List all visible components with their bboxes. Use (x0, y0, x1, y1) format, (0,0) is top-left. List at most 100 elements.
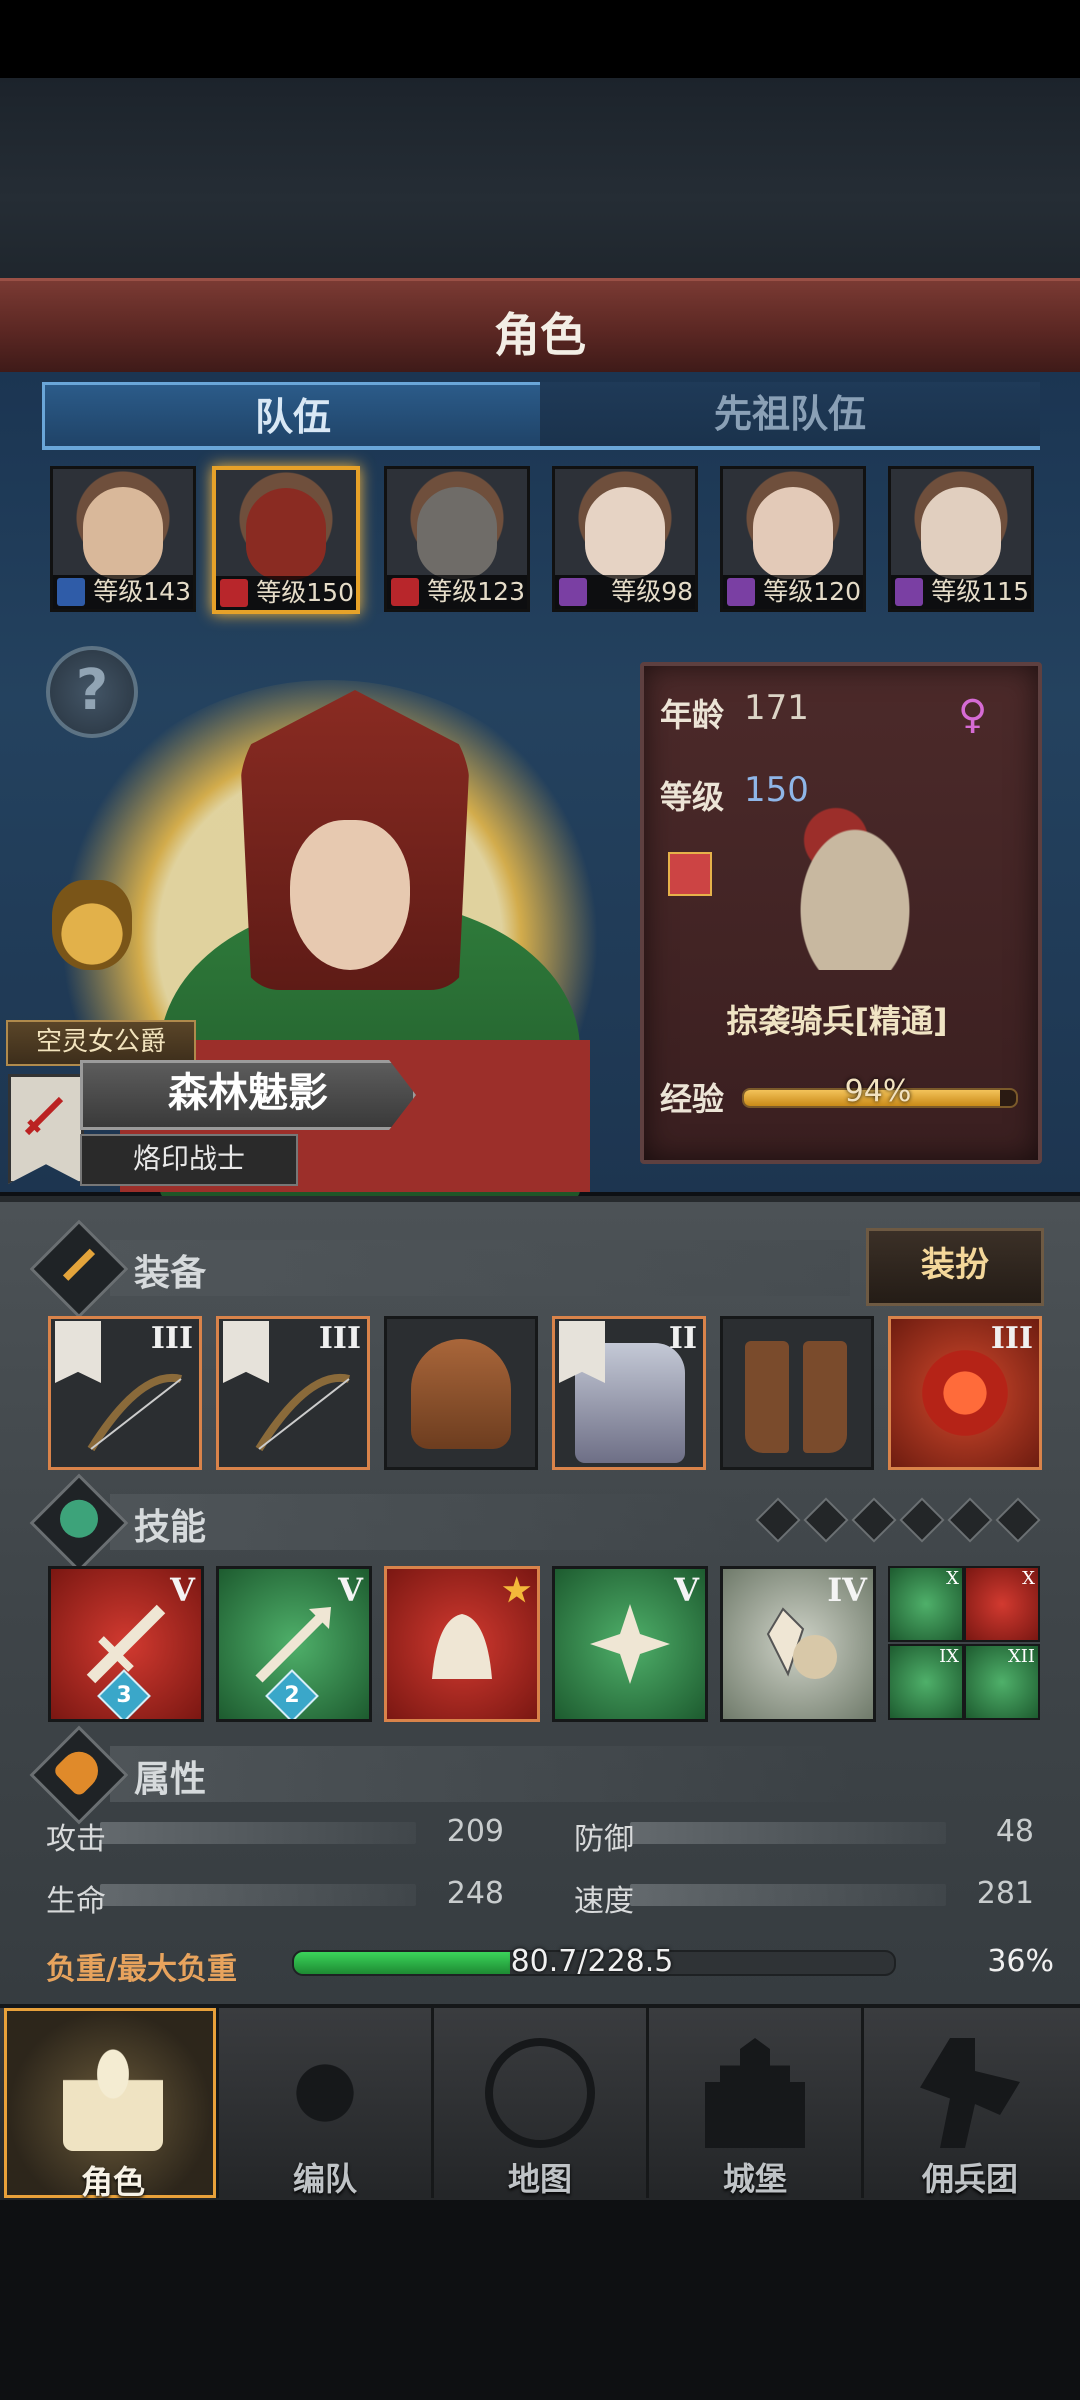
skill-tier: X (946, 1568, 959, 1589)
compass-icon (485, 2038, 595, 2148)
weight-value: 80.7/228.5 (510, 1944, 674, 1979)
mercenary-icon (920, 2038, 1020, 2148)
skill-tier: V (170, 1571, 195, 1609)
stat-speed-label: 速度 (574, 1884, 634, 1919)
hero-face (290, 820, 410, 970)
roster-portrait[interactable]: 等级143 (50, 466, 196, 612)
stat-defense-value: 48 (995, 1814, 1034, 1849)
skill-star: ★ (502, 1571, 531, 1609)
equipment-title: 装备 (134, 1253, 207, 1294)
hero-name: 森林魅影 (80, 1060, 416, 1130)
nav-castle[interactable]: 城堡 (649, 2008, 861, 2198)
nav-label: 角色 (80, 2163, 145, 2201)
stat-attack-value: 209 (446, 1814, 504, 1849)
equipment-slot-bow[interactable]: III (48, 1316, 202, 1470)
horse-icon (391, 578, 419, 606)
roster-portrait-selected[interactable]: 等级150 (212, 466, 360, 614)
page-title: 角色 (494, 308, 586, 362)
roster-portrait[interactable]: 等级115 (888, 466, 1034, 612)
stat-bar (630, 1884, 946, 1906)
helmet-icon (275, 2038, 375, 2148)
horse-icon (220, 579, 248, 607)
stat-speed-value: 281 (976, 1876, 1034, 1911)
equipment-tier: II (668, 1321, 697, 1356)
mount-figure[interactable] (760, 770, 950, 970)
boots-icon (745, 1341, 789, 1453)
skill-slot[interactable]: V 2 (216, 1566, 372, 1722)
age-label: 年龄 (660, 696, 725, 734)
portrait-face (83, 487, 163, 579)
skill-tier: V (338, 1571, 363, 1609)
skill-tier: XII (1007, 1646, 1035, 1667)
mini-skill[interactable]: X (964, 1566, 1040, 1642)
skill-slot[interactable]: ★ (384, 1566, 540, 1722)
hero-class: 烙印战士 (80, 1134, 298, 1186)
skill-slot[interactable]: V (552, 1566, 708, 1722)
potion-icon[interactable] (52, 880, 132, 970)
attributes-title: 属性 (134, 1759, 207, 1800)
level-label: 等级 (660, 778, 725, 816)
roster-portrait[interactable]: 等级120 (720, 466, 866, 612)
skill-tier: V (674, 1571, 699, 1609)
attributes-header-strip (110, 1746, 850, 1802)
bottom-area (0, 2200, 1080, 2400)
skill-tier: IX (939, 1646, 959, 1667)
portrait-face (585, 487, 665, 579)
skill-slot[interactable]: IV (720, 1566, 876, 1722)
nav-map[interactable]: 地图 (434, 2008, 646, 2198)
background-wall (0, 78, 1080, 278)
mini-skill[interactable]: IX (888, 1644, 964, 1720)
stat-bar (100, 1822, 416, 1844)
bow-icon (255, 1373, 350, 1452)
tab-underline (42, 446, 1040, 450)
stat-bar (100, 1884, 416, 1906)
nav-label: 编队 (292, 2160, 357, 2198)
mini-skill[interactable]: X (888, 1566, 964, 1642)
portrait-face (921, 487, 1001, 579)
equipment-tier: III (990, 1321, 1033, 1356)
stat-defense-label: 防御 (574, 1822, 634, 1857)
equipment-slot-armor[interactable]: II (552, 1316, 706, 1470)
boots-icon-right (803, 1341, 847, 1453)
tab-team[interactable]: 队伍 (42, 382, 544, 449)
staff-icon (727, 578, 755, 606)
nav-mercenary[interactable]: 佣兵团 (864, 2008, 1076, 2198)
equipment-slot-bow[interactable]: III (216, 1316, 370, 1470)
staff-icon (559, 578, 587, 606)
skill-tier: X (1022, 1568, 1035, 1589)
nav-label: 地图 (507, 2160, 572, 2198)
mount-name: 掠袭骑兵[精通] (726, 1002, 948, 1040)
stat-attack-label: 攻击 (46, 1822, 106, 1857)
spear-icon (57, 578, 85, 606)
age-value: 171 (744, 688, 809, 728)
equipment-header-strip (110, 1240, 850, 1296)
flame-emblem-icon (915, 1343, 1015, 1443)
female-icon: ♀ (958, 692, 988, 738)
tab-ancestor-team[interactable]: 先祖队伍 (540, 382, 1040, 449)
nav-character[interactable]: 角色 (4, 2008, 216, 2201)
staff-icon (895, 578, 923, 606)
exp-label: 经验 (660, 1080, 725, 1118)
roster-portrait[interactable]: 等级123 (384, 466, 530, 612)
nav-formation[interactable]: 编队 (219, 2008, 431, 2198)
dress-up-button[interactable]: 装扮 (866, 1228, 1044, 1306)
question-icon: ? (75, 658, 109, 723)
stat-bar (630, 1822, 946, 1844)
stat-hp-label: 生命 (46, 1884, 106, 1919)
equipment-slot-emblem[interactable]: III (888, 1316, 1042, 1470)
nav-label: 城堡 (722, 2160, 787, 2198)
status-bar-area (0, 0, 1080, 78)
portrait-face (753, 487, 833, 579)
crystal-skill-icon (766, 1607, 837, 1679)
claw-skill-icon (432, 1614, 492, 1679)
skill-slot[interactable]: V 3 (48, 1566, 204, 1722)
equipment-slot-boots[interactable] (720, 1316, 874, 1470)
mini-skill[interactable]: XII (964, 1644, 1040, 1720)
knight-icon (63, 2041, 163, 2151)
portrait-face (246, 488, 326, 580)
skill-tier: IV (827, 1571, 867, 1609)
help-button[interactable]: ? (46, 646, 138, 738)
equipment-slot-helmet[interactable] (384, 1316, 538, 1470)
helmet-icon (411, 1339, 511, 1449)
roster-portrait[interactable]: 等级98 (552, 466, 698, 612)
